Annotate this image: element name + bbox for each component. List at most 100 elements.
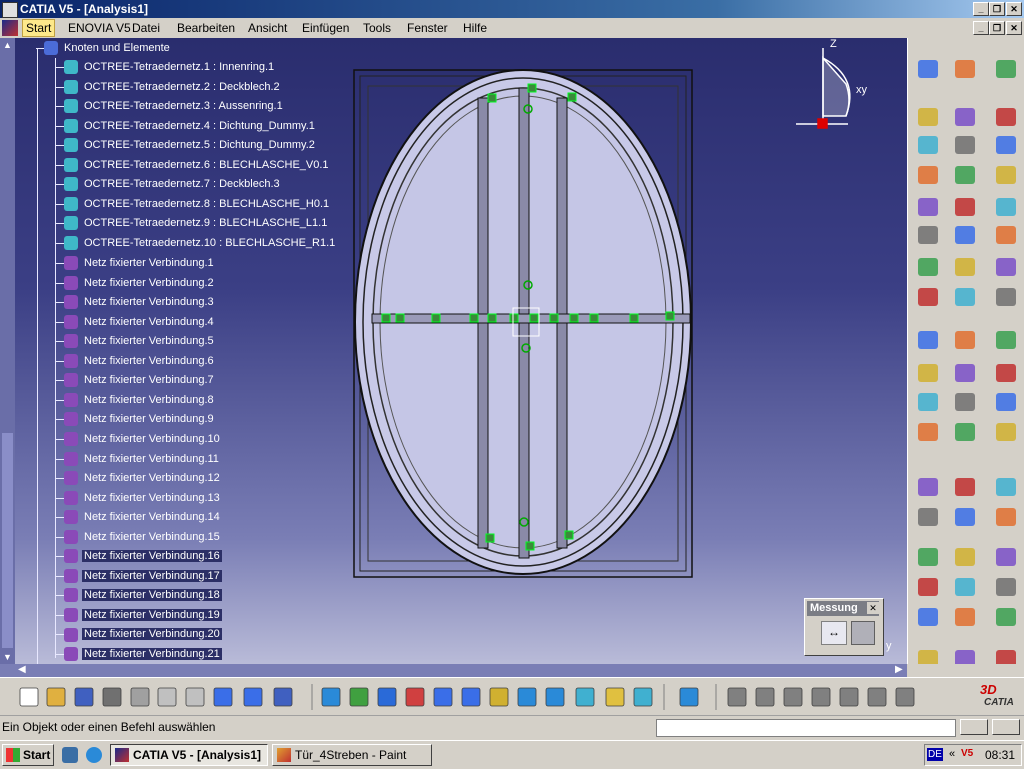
quicklaunch-explorer-icon[interactable] [62, 747, 78, 763]
menu-tools[interactable]: Tools [363, 21, 391, 35]
print-icon[interactable] [102, 687, 122, 707]
tool-icon[interactable] [755, 687, 775, 707]
toolbar-tool-icon[interactable] [918, 166, 938, 184]
toolbar-tool-icon[interactable] [918, 60, 938, 78]
tree-scroll-thumb[interactable] [2, 433, 13, 648]
menu-bearbeiten[interactable]: Bearbeiten [177, 21, 235, 35]
toolbar-tool-icon[interactable] [955, 393, 975, 411]
toolbar-tool-icon[interactable] [996, 60, 1016, 78]
save-icon[interactable] [74, 687, 94, 707]
toolbar-tool-icon[interactable] [955, 226, 975, 244]
tool-icon[interactable] [895, 687, 915, 707]
tree-connection-item[interactable]: Netz fixierter Verbindung.4 [64, 314, 216, 331]
tree-connection-item[interactable]: Netz fixierter Verbindung.10 [64, 431, 222, 448]
toolbar-tool-icon[interactable] [996, 108, 1016, 126]
swap-visible-icon[interactable] [633, 687, 653, 707]
rotate-icon[interactable] [405, 687, 425, 707]
toolbar-tool-icon[interactable] [918, 226, 938, 244]
toolbar-tool-icon[interactable] [955, 166, 975, 184]
toolbar-tool-icon[interactable] [918, 650, 938, 664]
scroll-down-arrow[interactable]: ▼ [3, 652, 12, 662]
close-button[interactable]: ✕ [1006, 2, 1022, 16]
tree-connection-item[interactable]: Netz fixierter Verbindung.16 [64, 548, 222, 565]
toolbar-tool-icon[interactable] [918, 548, 938, 566]
tree-connection-item[interactable]: Netz fixierter Verbindung.1 [64, 255, 216, 272]
start-button[interactable]: Start [2, 744, 54, 766]
catia-menu-icon[interactable] [2, 20, 18, 36]
tool-icon[interactable] [839, 687, 859, 707]
shading-icon[interactable] [575, 687, 595, 707]
minimize-button[interactable]: _ [973, 2, 989, 16]
toolbar-tool-icon[interactable] [996, 166, 1016, 184]
tree-mesh-item[interactable]: OCTREE-Tetraedernetz.1 : Innenring.1 [64, 59, 276, 76]
toolbar-tool-icon[interactable] [996, 288, 1016, 306]
toolbar-tool-icon[interactable] [918, 136, 938, 154]
whats-this-icon[interactable] [273, 687, 293, 707]
quicklaunch-ie-icon[interactable] [86, 747, 102, 763]
catalog-icon[interactable] [679, 687, 699, 707]
menu-fenster[interactable]: Fenster [407, 21, 448, 35]
tool-icon[interactable] [867, 687, 887, 707]
menu-einfuegen[interactable]: Einfügen [302, 21, 349, 35]
menu-hilfe[interactable]: Hilfe [463, 21, 487, 35]
menu-ansicht[interactable]: Ansicht [248, 21, 287, 35]
toolbar-tool-icon[interactable] [996, 608, 1016, 626]
toolbar-tool-icon[interactable] [918, 423, 938, 441]
measure-item-icon[interactable] [851, 621, 875, 645]
zoom-out-icon[interactable] [461, 687, 481, 707]
3d-viewport[interactable]: Z xy y Knoten und Elemente OCTREE-Tetraed… [0, 38, 907, 664]
menu-datei[interactable]: Datei [132, 21, 160, 35]
toolbar-tool-icon[interactable] [918, 608, 938, 626]
doc-restore-button[interactable]: ❐ [989, 21, 1005, 35]
tree-connection-item[interactable]: Netz fixierter Verbindung.17 [64, 568, 222, 585]
tree-mesh-item[interactable]: OCTREE-Tetraedernetz.10 : BLECHLASCHE_R1… [64, 235, 337, 252]
tree-scrollbar[interactable]: ▲ ▼ [0, 38, 15, 664]
tree-mesh-item[interactable]: OCTREE-Tetraedernetz.8 : BLECHLASCHE_H0.… [64, 196, 331, 213]
tree-connection-item[interactable]: Netz fixierter Verbindung.12 [64, 470, 222, 487]
scroll-right-arrow[interactable]: ▶ [895, 664, 903, 675]
toolbar-tool-icon[interactable] [955, 423, 975, 441]
tree-connection-item[interactable]: Netz fixierter Verbindung.2 [64, 275, 216, 292]
tool-icon[interactable] [783, 687, 803, 707]
tree-mesh-item[interactable]: OCTREE-Tetraedernetz.7 : Deckblech.3 [64, 176, 282, 193]
toolbar-tool-icon[interactable] [955, 288, 975, 306]
command-input[interactable] [656, 719, 956, 737]
toolbar-tool-icon[interactable] [996, 364, 1016, 382]
tree-connection-item[interactable]: Netz fixierter Verbindung.13 [64, 490, 222, 507]
doc-minimize-button[interactable]: _ [973, 21, 989, 35]
toolbar-tool-icon[interactable] [918, 288, 938, 306]
tree-mesh-item[interactable]: OCTREE-Tetraedernetz.2 : Deckblech.2 [64, 79, 282, 96]
command-button-1[interactable] [960, 719, 988, 735]
tree-connection-item[interactable]: Netz fixierter Verbindung.20 [64, 626, 222, 643]
tree-connection-item[interactable]: Netz fixierter Verbindung.3 [64, 294, 216, 311]
tree-connection-item[interactable]: Netz fixierter Verbindung.15 [64, 529, 222, 546]
messung-close-button[interactable]: ✕ [867, 602, 879, 614]
restore-button[interactable]: ❐ [989, 2, 1005, 16]
toolbar-tool-icon[interactable] [955, 478, 975, 496]
toolbar-tool-icon[interactable] [918, 108, 938, 126]
menu-enovia[interactable]: ENOVIA V5 [68, 21, 131, 35]
language-indicator[interactable]: DE [927, 748, 943, 761]
toolbar-tool-icon[interactable] [996, 136, 1016, 154]
fly-mode-icon[interactable] [321, 687, 341, 707]
tree-connection-item[interactable]: Netz fixierter Verbindung.9 [64, 411, 216, 428]
scroll-left-arrow[interactable]: ◀ [18, 664, 26, 675]
toolbar-tool-icon[interactable] [955, 198, 975, 216]
tree-mesh-item[interactable]: OCTREE-Tetraedernetz.6 : BLECHLASCHE_V0.… [64, 157, 331, 174]
pan-icon[interactable] [377, 687, 397, 707]
tree-connection-item[interactable]: Netz fixierter Verbindung.11 [64, 451, 221, 468]
toolbar-tool-icon[interactable] [955, 136, 975, 154]
normal-view-icon[interactable] [489, 687, 509, 707]
task-paint[interactable]: Tür_4Streben - Paint [272, 744, 432, 766]
copy-icon[interactable] [157, 687, 177, 707]
tool-icon[interactable] [811, 687, 831, 707]
toolbar-tool-icon[interactable] [996, 478, 1016, 496]
toolbar-tool-icon[interactable] [996, 198, 1016, 216]
toolbar-tool-icon[interactable] [996, 258, 1016, 276]
tray-catia-icon[interactable]: V5 [961, 748, 973, 759]
undo-icon[interactable] [213, 687, 233, 707]
tree-connection-item[interactable]: Netz fixierter Verbindung.14 [64, 509, 222, 526]
scroll-up-arrow[interactable]: ▲ [3, 40, 12, 50]
multi-view-icon[interactable] [517, 687, 537, 707]
tree-connection-item[interactable]: Netz fixierter Verbindung.21 [64, 646, 222, 663]
